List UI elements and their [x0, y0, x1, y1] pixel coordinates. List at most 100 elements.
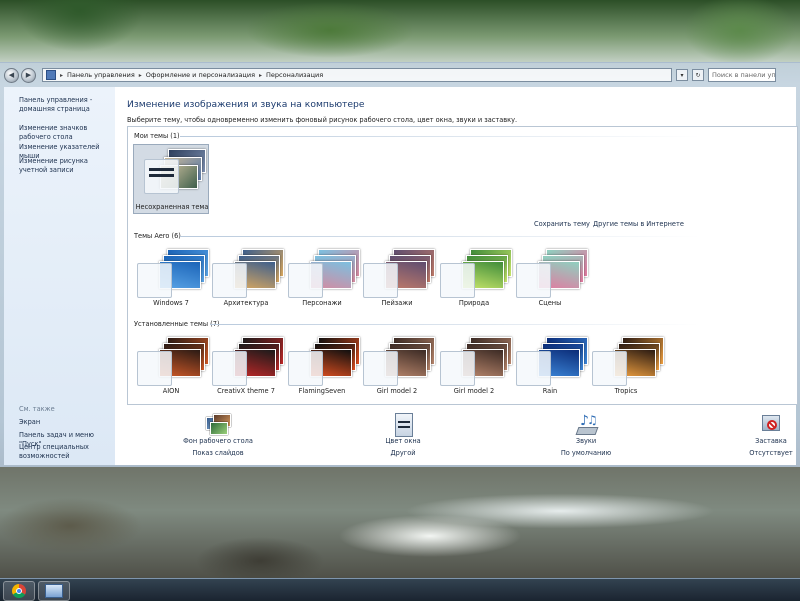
desktop-wallpaper-top	[0, 0, 800, 62]
window-color-preview	[516, 263, 551, 298]
sidebar-link-desktop-icons[interactable]: Изменение значков рабочего стола	[19, 124, 114, 141]
online-themes-link[interactable]: Другие темы в Интернете	[593, 220, 684, 228]
sidebar-link-account-picture[interactable]: Изменение рисунка учетной записи	[19, 157, 114, 174]
screensaver-title: Заставка	[755, 437, 787, 445]
window-color-title: Цвет окна	[385, 437, 421, 445]
group-divider	[180, 236, 700, 237]
sidebar-link-home[interactable]: Панель управления - домашняя страница	[19, 96, 114, 113]
window-color-preview	[137, 263, 172, 298]
desktop-background-button[interactable]: Фон рабочего стола Показ слайдов	[168, 413, 268, 457]
window-color-preview	[363, 351, 398, 386]
theme-settings-bar: Фон рабочего стола Показ слайдов Цвет ок…	[115, 403, 796, 465]
theme-thumbnail	[212, 249, 284, 298]
window-color-preview	[592, 351, 627, 386]
address-bar: ◀ ▶ ▸ Панель управления ▸ Оформление и п…	[0, 63, 800, 87]
page-title: Изменение изображения и звука на компьют…	[127, 99, 365, 110]
search-placeholder: Поиск в панели упр...	[712, 71, 776, 79]
forward-button[interactable]: ▶	[21, 67, 36, 83]
sidebar: Панель управления - домашняя страница Из…	[4, 87, 115, 465]
window-color-preview	[440, 351, 475, 386]
screensaver-icon	[757, 413, 785, 435]
window-color-button[interactable]: Цвет окна Другой	[353, 413, 453, 457]
page-description: Выберите тему, чтобы одновременно измени…	[127, 116, 518, 124]
desktop-background-icon	[204, 413, 232, 435]
theme-thumbnail	[137, 337, 209, 386]
screensaver-button[interactable]: Заставка Отсутствует	[721, 413, 800, 457]
theme-tile[interactable]: FlamingSeven	[284, 333, 360, 403]
theme-tile[interactable]: Girl model 2	[359, 333, 435, 403]
theme-tile[interactable]: Tropics	[588, 333, 664, 403]
theme-name: Girl model 2	[453, 387, 495, 395]
theme-thumbnail	[212, 337, 284, 386]
theme-thumbnail	[288, 249, 360, 298]
window-color-preview	[440, 263, 475, 298]
personalization-window: ◀ ▶ ▸ Панель управления ▸ Оформление и п…	[0, 62, 800, 467]
history-dropdown-button[interactable]: ▾	[676, 69, 688, 81]
theme-tile[interactable]: Пейзажи	[359, 245, 435, 315]
breadcrumb-separator[interactable]: ▸	[139, 72, 142, 79]
theme-tile-unsaved[interactable]: Несохраненная тема	[133, 144, 209, 214]
breadcrumb-separator[interactable]: ▸	[60, 72, 63, 79]
see-also-ease-of-access[interactable]: Центр специальных возможностей	[19, 443, 114, 460]
desktop-wallpaper-bottom	[0, 466, 800, 578]
taskbar-control-panel-button[interactable]	[38, 581, 70, 601]
window-color-preview	[288, 351, 323, 386]
theme-tile[interactable]: Сцены	[512, 245, 588, 315]
theme-name: Tropics	[614, 387, 638, 395]
theme-thumbnail	[592, 337, 664, 386]
my-themes-label: Мои темы (1)	[134, 132, 180, 140]
theme-thumbnail	[440, 249, 512, 298]
theme-tile[interactable]: Природа	[436, 245, 512, 315]
sounds-icon: ♪ ♫	[572, 413, 600, 435]
breadcrumb-appearance[interactable]: Оформление и персонализация	[146, 71, 255, 79]
window-color-preview	[212, 263, 247, 298]
window-color-preview	[144, 159, 179, 194]
theme-tile[interactable]: Персонажи	[284, 245, 360, 315]
theme-name: AION	[162, 387, 180, 395]
back-button[interactable]: ◀	[4, 67, 19, 83]
theme-tile[interactable]: AION	[133, 333, 209, 403]
theme-tile[interactable]: Girl model 2	[436, 333, 512, 403]
theme-name: Архитектура	[223, 299, 269, 307]
breadcrumb-personalization[interactable]: Персонализация	[266, 71, 323, 79]
theme-tile[interactable]: Rain	[512, 333, 588, 403]
theme-name: Girl model 2	[376, 387, 418, 395]
save-theme-link[interactable]: Сохранить тему	[534, 220, 590, 228]
breadcrumb-control-panel[interactable]: Панель управления	[67, 71, 135, 79]
window-color-preview	[363, 263, 398, 298]
sounds-value: По умолчанию	[560, 449, 612, 457]
control-panel-icon	[45, 584, 63, 598]
sounds-button[interactable]: ♪ ♫ Звуки По умолчанию	[536, 413, 636, 457]
theme-name: Windows 7	[153, 299, 189, 307]
theme-thumbnail	[137, 249, 209, 298]
breadcrumb[interactable]: ▸ Панель управления ▸ Оформление и персо…	[42, 68, 672, 82]
theme-name: Rain	[542, 387, 558, 395]
theme-name: Несохраненная тема	[135, 203, 209, 211]
group-divider	[180, 136, 700, 137]
aero-themes-label: Темы Aero (6)	[134, 232, 181, 240]
theme-tile[interactable]: CreativX theme 7	[208, 333, 284, 403]
theme-tile[interactable]: Архитектура	[208, 245, 284, 315]
theme-thumbnail	[288, 337, 360, 386]
window-color-icon	[389, 413, 417, 437]
theme-thumbnail	[516, 337, 588, 386]
taskbar-chrome-button[interactable]	[3, 581, 35, 601]
window-color-preview	[288, 263, 323, 298]
chrome-icon	[12, 584, 26, 598]
theme-thumbnail	[440, 337, 512, 386]
window-color-preview	[212, 351, 247, 386]
themes-list[interactable]: Мои темы (1) Несохраненная тема Сохранит…	[127, 126, 798, 405]
theme-name: Персонажи	[302, 299, 342, 307]
installed-themes-label: Установленные темы (7)	[134, 320, 220, 328]
theme-thumbnail	[363, 249, 435, 298]
see-also-display[interactable]: Экран	[19, 418, 114, 427]
control-panel-icon	[46, 70, 56, 80]
refresh-icon[interactable]: ↻	[692, 69, 704, 81]
search-input[interactable]: Поиск в панели упр...	[708, 68, 776, 82]
desktop-background-value: Показ слайдов	[192, 449, 244, 457]
theme-tile[interactable]: Windows 7	[133, 245, 209, 315]
breadcrumb-separator[interactable]: ▸	[259, 72, 262, 79]
theme-thumbnail	[363, 337, 435, 386]
window-color-preview	[137, 351, 172, 386]
group-divider	[210, 324, 700, 325]
